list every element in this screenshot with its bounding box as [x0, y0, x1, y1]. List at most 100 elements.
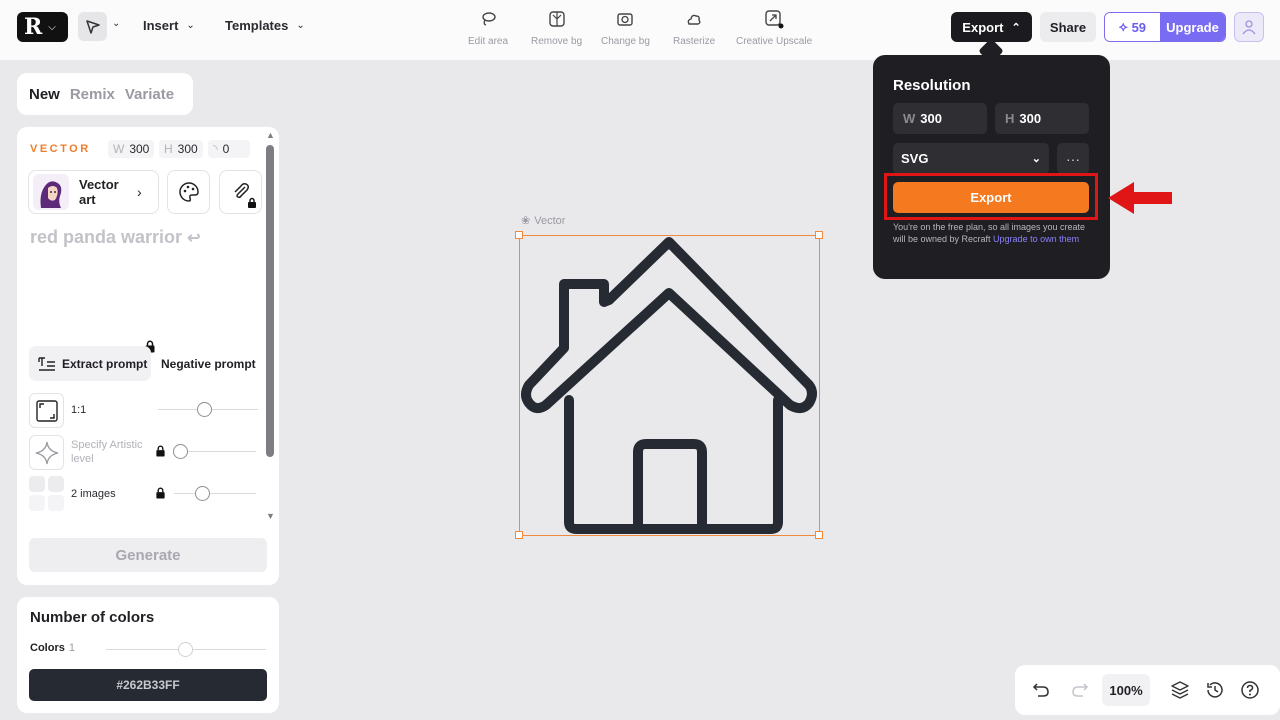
help-icon	[1241, 681, 1259, 699]
colors-slider-knob[interactable]	[178, 642, 193, 657]
creative-upscale-tool[interactable]: Creative Upscale	[736, 8, 812, 47]
recraft-logo: R	[24, 14, 43, 40]
redo-button[interactable]	[1068, 678, 1092, 702]
tab-variate[interactable]: Variate	[125, 86, 174, 103]
height-key: H	[164, 142, 173, 156]
extract-prompt-button[interactable]: Extract prompt	[29, 346, 151, 381]
export-width-key: W	[903, 111, 916, 126]
zoom-level[interactable]: 100%	[1102, 674, 1150, 706]
artistic-level-button[interactable]	[29, 435, 64, 470]
artistic-level-knob[interactable]	[173, 444, 188, 459]
credits-counter[interactable]: ⟡ 59	[1105, 13, 1160, 41]
resize-handle-bottom-left[interactable]	[515, 531, 523, 539]
height-field[interactable]: H 300	[159, 140, 203, 158]
undo-icon	[1032, 683, 1049, 697]
free-plan-note: You're on the free plan, so all images y…	[893, 221, 1093, 245]
tab-new[interactable]: New	[29, 86, 60, 103]
export-width-value: 300	[920, 111, 942, 126]
layers-icon	[1171, 681, 1189, 699]
artistic-level-slider[interactable]	[176, 451, 256, 452]
selection-box[interactable]	[519, 235, 820, 536]
user-avatar[interactable]	[1234, 12, 1264, 42]
corner-radius-icon: ◝	[213, 142, 218, 156]
width-field[interactable]: W 300	[108, 140, 155, 158]
upgrade-button[interactable]: Upgrade	[1160, 13, 1225, 41]
tab-remix[interactable]: Remix	[70, 86, 115, 103]
text-lines-icon	[38, 356, 55, 371]
upscale-icon	[763, 8, 785, 30]
lock-icon	[156, 487, 165, 499]
aspect-ratio-icon	[35, 399, 58, 422]
aspect-ratio-label: 1:1	[71, 404, 87, 416]
more-options-button[interactable]: ···	[1057, 143, 1089, 174]
resize-handle-bottom-right[interactable]	[815, 531, 823, 539]
generate-button[interactable]: Generate	[29, 538, 267, 572]
panel-scrollbar[interactable]	[266, 145, 274, 457]
images-count-slider[interactable]	[174, 493, 256, 494]
sparkle-icon	[35, 441, 58, 464]
aspect-ratio-knob[interactable]	[197, 402, 212, 417]
export-width-field[interactable]: W 300	[893, 103, 987, 134]
redo-icon	[1072, 683, 1089, 697]
history-button[interactable]	[1203, 678, 1227, 702]
vector-icon: ❀	[521, 215, 531, 227]
style-name: Vector art	[79, 177, 119, 207]
rasterize-tool[interactable]: Rasterize	[673, 8, 715, 47]
scroll-down-arrow[interactable]: ▼	[266, 511, 275, 521]
mode-tabs: New Remix Variate	[17, 73, 193, 115]
chevron-down-icon: ⌄	[296, 20, 305, 31]
colors-label: Colors	[30, 642, 65, 654]
style-picker[interactable]: Vector art ›	[28, 170, 159, 214]
resolution-title: Resolution	[893, 77, 971, 94]
chevron-down-icon[interactable]: ⌄	[112, 18, 120, 29]
layer-label: ❀ Vector	[521, 214, 565, 228]
undo-button[interactable]	[1029, 678, 1053, 702]
style-thumbnail	[33, 174, 69, 210]
resize-handle-top-right[interactable]	[815, 231, 823, 239]
app-menu-button[interactable]: R ⌵	[17, 12, 68, 42]
negative-prompt-button[interactable]: Negative prompt	[161, 357, 256, 371]
templates-menu[interactable]: Templates ⌄	[225, 18, 305, 33]
images-count-icon	[29, 476, 65, 512]
select-tool-button[interactable]	[78, 12, 107, 41]
change-bg-icon	[614, 8, 636, 30]
chevron-down-icon: ⌵	[48, 21, 56, 33]
attach-image-button[interactable]	[219, 170, 262, 214]
remove-bg-tool[interactable]: Remove bg	[531, 8, 582, 47]
export-height-value: 300	[1019, 111, 1042, 126]
extract-prompt-label: Extract prompt	[62, 356, 148, 371]
color-palette-button[interactable]	[167, 170, 210, 214]
lasso-icon	[477, 8, 499, 30]
prompt-input[interactable]: red panda warrior ↩	[30, 227, 200, 248]
edit-area-tool[interactable]: Edit area	[468, 8, 508, 47]
upgrade-link[interactable]: Upgrade to own them	[993, 234, 1079, 244]
style-type-label: VECTOR	[30, 143, 91, 155]
color-swatch[interactable]: #262B33FF	[29, 669, 267, 701]
scroll-up-arrow[interactable]: ▲	[266, 130, 275, 140]
share-button[interactable]: Share	[1040, 12, 1096, 42]
palette-icon	[178, 182, 199, 202]
format-select[interactable]: SVG ⌄	[893, 143, 1049, 174]
format-value: SVG	[901, 151, 929, 166]
export-height-field[interactable]: H 300	[995, 103, 1089, 134]
change-bg-tool[interactable]: Change bg	[601, 8, 650, 47]
colors-count: 1	[68, 642, 75, 654]
aspect-ratio-button[interactable]	[29, 393, 64, 428]
images-count-knob[interactable]	[195, 486, 210, 501]
remove-bg-icon	[546, 8, 568, 30]
credits-upgrade-group[interactable]: ⟡ 59 Upgrade	[1104, 12, 1226, 42]
height-value: 300	[177, 142, 198, 156]
enter-icon: ↩	[187, 230, 201, 247]
help-button[interactable]	[1238, 678, 1262, 702]
layers-button[interactable]	[1168, 678, 1192, 702]
export-button[interactable]: Export ⌃	[951, 12, 1032, 42]
resize-handle-top-left[interactable]	[515, 231, 523, 239]
change-bg-label: Change bg	[601, 36, 650, 47]
images-count-label: 2 images	[71, 488, 116, 500]
insert-menu[interactable]: Insert ⌄	[143, 18, 195, 33]
corner-radius-field[interactable]: ◝ 0	[208, 140, 250, 158]
remove-bg-label: Remove bg	[531, 36, 583, 47]
history-icon	[1207, 682, 1223, 698]
artistic-level-label: Specify Artistic level	[71, 439, 143, 465]
rasterize-icon	[683, 8, 705, 30]
